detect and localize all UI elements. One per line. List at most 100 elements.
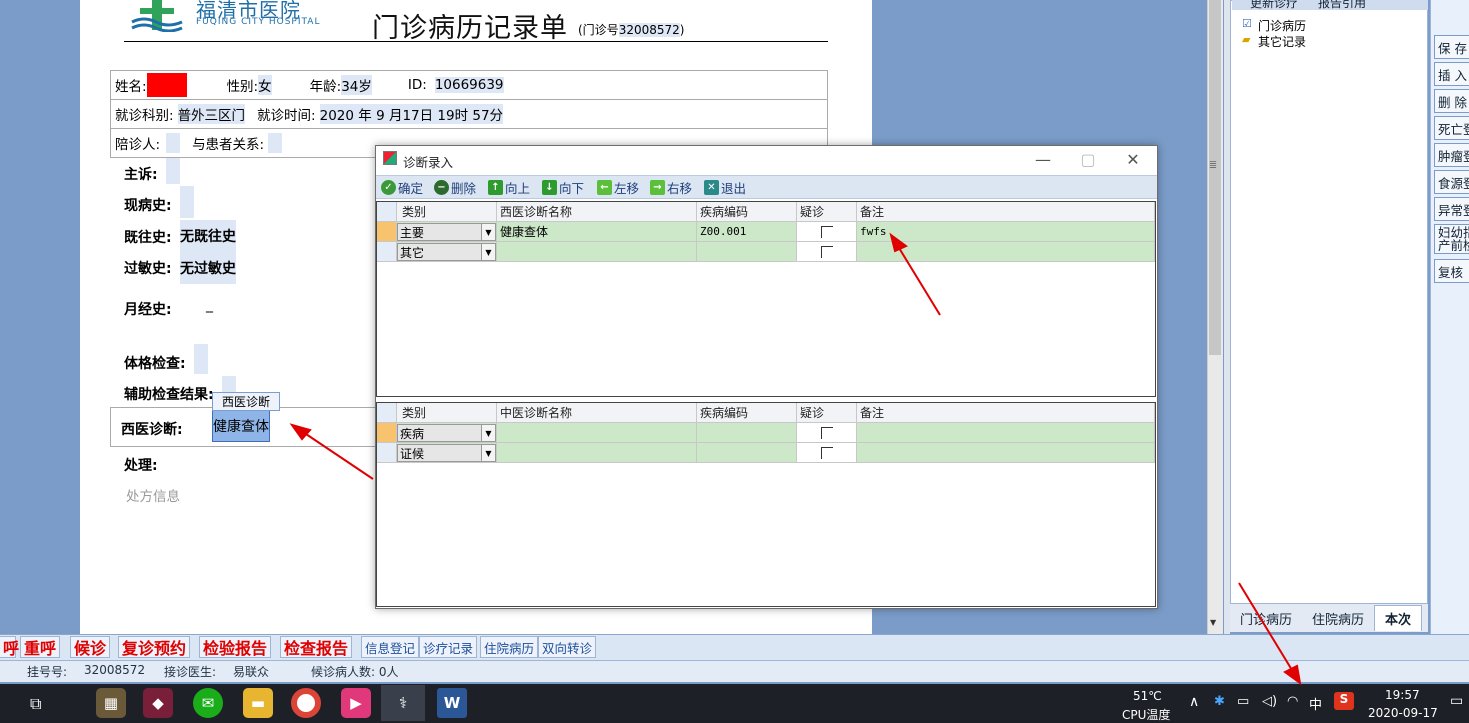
diagnosis-name-cell[interactable]	[497, 242, 697, 262]
type-cell[interactable]: 主要 ▼	[397, 222, 497, 242]
clock-time[interactable]: 19:57	[1385, 688, 1420, 702]
clock-date[interactable]: 2020-09-17	[1368, 706, 1438, 720]
app-photos-icon[interactable]: ▦	[96, 688, 126, 718]
col-note[interactable]: 备注	[857, 202, 1155, 222]
tree-item-other-records[interactable]: 其它记录	[1258, 33, 1306, 50]
col-suspected[interactable]: 疑诊	[797, 202, 857, 222]
note-cell[interactable]	[857, 423, 1155, 443]
present-illness-field[interactable]	[180, 186, 194, 218]
move-down-button[interactable]: ↓ 向下	[542, 178, 584, 196]
his-app-icon[interactable]: ⚕	[381, 685, 425, 721]
inpatient-records-button[interactable]: 住院病历	[480, 636, 539, 658]
col-tcm-name[interactable]: 中医诊断名称	[497, 403, 697, 423]
col-type[interactable]: 类别	[397, 202, 497, 222]
table-row[interactable]: 疾病 ▼	[377, 423, 1155, 443]
foodborne-register-button[interactable]: 食源登	[1434, 170, 1469, 194]
referral-button[interactable]: 双向转诊	[538, 636, 597, 658]
menses-value[interactable]: _	[206, 297, 213, 313]
wechat-icon[interactable]: ✉	[193, 688, 223, 718]
row-selector[interactable]	[377, 423, 397, 443]
note-cell[interactable]	[857, 242, 1155, 262]
volume-icon[interactable]: ◁)	[1262, 694, 1277, 709]
table-row[interactable]: 主要 ▼ 健康查体 Z00.001 fwfs	[377, 222, 1155, 242]
insert-button[interactable]: 插 入	[1434, 62, 1469, 86]
tab-inpatient-record[interactable]: 住院病历	[1302, 605, 1374, 631]
tab-outpatient-record[interactable]: 门诊病历	[1230, 605, 1302, 631]
chevron-up-icon[interactable]: ∧	[1189, 694, 1199, 710]
bluetooth-icon[interactable]: ✱	[1214, 694, 1225, 709]
tree-item-outpatient-record[interactable]: 门诊病历	[1258, 17, 1306, 34]
suspected-cell[interactable]	[797, 443, 857, 463]
call-button[interactable]: 呼	[0, 636, 19, 658]
note-cell[interactable]	[857, 443, 1155, 463]
age-value[interactable]: 34岁	[341, 75, 372, 95]
disease-code-cell[interactable]	[697, 242, 797, 262]
type-cell[interactable]: 疾病 ▼	[397, 423, 497, 443]
tab-report-reference[interactable]: 报告引用	[1318, 0, 1366, 10]
dept-value[interactable]: 普外三区门	[177, 104, 246, 124]
type-select[interactable]: 疾病 ▼	[397, 424, 496, 442]
save-button[interactable]: 保 存	[1434, 35, 1469, 59]
type-cell[interactable]: 证候 ▼	[397, 443, 497, 463]
table-row[interactable]: 证候 ▼	[377, 443, 1155, 463]
wifi-icon[interactable]: ◠	[1287, 694, 1298, 709]
type-select[interactable]: 主要 ▼	[397, 223, 496, 241]
western-diagnosis-value[interactable]: 健康查体	[212, 410, 270, 442]
disease-code-cell[interactable]	[697, 423, 797, 443]
exit-button[interactable]: ✕ 退出	[704, 178, 746, 196]
tab-current-visit[interactable]: 本次	[1374, 605, 1423, 631]
chevron-down-icon[interactable]: ▼	[481, 244, 495, 260]
word-icon[interactable]: W	[437, 688, 467, 718]
move-up-button[interactable]: ↑ 向上	[488, 178, 530, 196]
id-value[interactable]: 10669639	[434, 77, 504, 93]
suspected-checkbox[interactable]	[821, 226, 833, 238]
tumor-register-button[interactable]: 肿瘤登	[1434, 143, 1469, 167]
panel-splitter[interactable]	[1223, 0, 1230, 634]
lab-report-button[interactable]: 检验报告	[199, 636, 272, 658]
app-video-icon[interactable]: ▶	[341, 688, 371, 718]
companion-field[interactable]	[166, 133, 181, 153]
table-row[interactable]: 其它 ▼	[377, 242, 1155, 262]
suspected-checkbox[interactable]	[821, 427, 833, 439]
suspected-cell[interactable]	[797, 222, 857, 242]
row-selector[interactable]	[377, 443, 397, 463]
col-type[interactable]: 类别	[397, 403, 497, 423]
input-method[interactable]: 中	[1309, 694, 1322, 713]
type-select[interactable]: 证候 ▼	[397, 444, 496, 462]
col-suspected[interactable]: 疑诊	[797, 403, 857, 423]
revisit-appointment-button[interactable]: 复诊预约	[118, 636, 191, 658]
prescription-placeholder[interactable]: 处方信息	[126, 485, 180, 505]
physical-exam-field[interactable]	[194, 344, 208, 374]
col-disease-code[interactable]: 疾病编码	[697, 403, 797, 423]
past-history-value[interactable]: 无既往史	[180, 220, 236, 252]
move-right-button[interactable]: → 右移	[650, 178, 692, 196]
sogou-icon[interactable]: S	[1334, 692, 1354, 710]
delete-button[interactable]: 删 除	[1434, 89, 1469, 113]
col-note[interactable]: 备注	[857, 403, 1155, 423]
close-icon[interactable]: ✕	[1118, 150, 1148, 169]
time-value[interactable]: 2020 年 9 月17日 19时 57分	[319, 104, 504, 124]
maximize-icon[interactable]: ▢	[1073, 150, 1103, 169]
type-select[interactable]: 其它 ▼	[397, 243, 496, 261]
diagnosis-name-cell[interactable]	[497, 443, 697, 463]
exam-report-button[interactable]: 检查报告	[280, 636, 353, 658]
type-cell[interactable]: 其它 ▼	[397, 242, 497, 262]
gender-value[interactable]: 女	[258, 75, 272, 95]
select-all-corner[interactable]	[377, 202, 397, 222]
waiting-button[interactable]: 候诊	[70, 636, 111, 658]
delete-row-button[interactable]: − 删除	[434, 178, 476, 196]
relation-field[interactable]	[268, 133, 283, 153]
suspected-checkbox[interactable]	[821, 246, 833, 258]
move-left-button[interactable]: ← 左移	[597, 178, 639, 196]
scroll-down-arrow-icon[interactable]: ▼	[1210, 618, 1216, 627]
suspected-cell[interactable]	[797, 242, 857, 262]
diagnosis-name-cell[interactable]	[497, 423, 697, 443]
scrollbar-thumb[interactable]	[1209, 0, 1221, 355]
chevron-down-icon[interactable]: ▼	[481, 224, 495, 240]
row-selector[interactable]	[377, 242, 397, 262]
note-cell[interactable]: fwfs	[857, 222, 1155, 242]
maternal-prenatal-button[interactable]: 妇幼指产前检	[1434, 224, 1469, 254]
chrome-icon[interactable]	[291, 688, 321, 718]
row-selector[interactable]	[377, 222, 397, 242]
visit-records-button[interactable]: 诊疗记录	[419, 636, 478, 658]
